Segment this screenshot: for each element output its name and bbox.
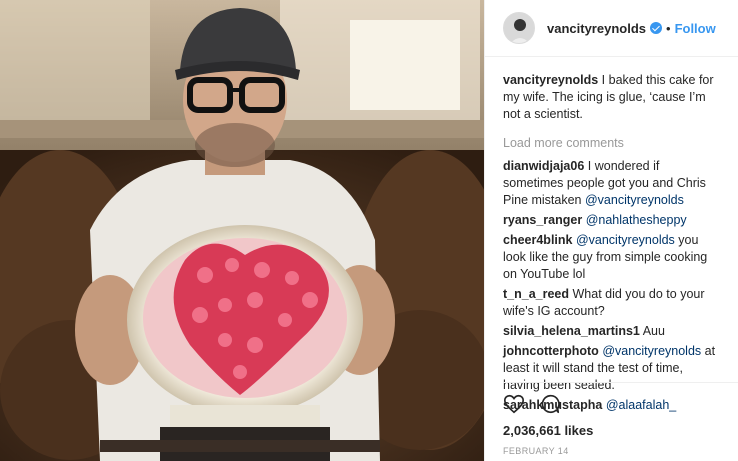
comment-mention-link[interactable]: @vancityreynolds <box>602 344 701 358</box>
comment-text: Auu <box>642 324 665 338</box>
follow-button[interactable]: Follow <box>675 21 716 36</box>
post-actions <box>503 393 561 415</box>
caption-username[interactable]: vancityreynolds <box>503 73 598 87</box>
verified-badge-icon <box>650 22 662 34</box>
speech-bubble-icon[interactable] <box>539 393 561 415</box>
photo-illustration <box>0 0 484 461</box>
heart-outline-icon[interactable] <box>503 393 525 415</box>
divider <box>503 382 738 383</box>
comment-username[interactable]: cheer4blink <box>503 233 572 247</box>
comment-username[interactable]: silvia_helena_martins1 <box>503 324 640 338</box>
comments-list: vancityreynolds I baked this cake for my… <box>485 72 738 417</box>
comment-username[interactable]: t_n_a_reed <box>503 287 569 301</box>
comment-mention-link[interactable]: @nahlathesheppy <box>586 213 687 227</box>
header-username[interactable]: vancityreynolds <box>547 21 646 36</box>
load-more-comments-button[interactable]: Load more comments <box>503 135 720 152</box>
comment-item: dianwidjaja06 I wondered if sometimes pe… <box>503 158 720 209</box>
comment-mention-link[interactable]: @vancityreynolds <box>576 233 675 247</box>
comment-mention-link[interactable]: @vancityreynolds <box>585 193 684 207</box>
comment-username[interactable]: johncotterphoto <box>503 344 599 358</box>
separator-dot: • <box>666 20 671 36</box>
avatar[interactable] <box>503 12 535 44</box>
post-header: vancityreynolds • Follow <box>485 0 738 57</box>
comment-item: t_n_a_reed What did you do to your wife'… <box>503 286 720 320</box>
comment-item: silvia_helena_martins1 Auu <box>503 323 720 340</box>
likes-count[interactable]: 2,036,661 likes <box>503 423 593 438</box>
comment-item: ryans_ranger @nahlathesheppy <box>503 212 720 229</box>
comment-username[interactable]: ryans_ranger <box>503 213 582 227</box>
comment-item: cheer4blink @vancityreynolds you look li… <box>503 232 720 283</box>
post-date[interactable]: FEBRUARY 14 <box>503 446 569 456</box>
post-side-panel: vancityreynolds • Follow vancityreynolds… <box>484 0 738 461</box>
comment-username[interactable]: dianwidjaja06 <box>503 159 584 173</box>
comment-mention-link[interactable]: @alaafalah_ <box>606 398 676 412</box>
avatar-image <box>504 13 534 43</box>
post-caption: vancityreynolds I baked this cake for my… <box>503 72 720 123</box>
comment-item: johncotterphoto @vancityreynolds at leas… <box>503 343 720 394</box>
post-photo[interactable] <box>0 0 484 461</box>
